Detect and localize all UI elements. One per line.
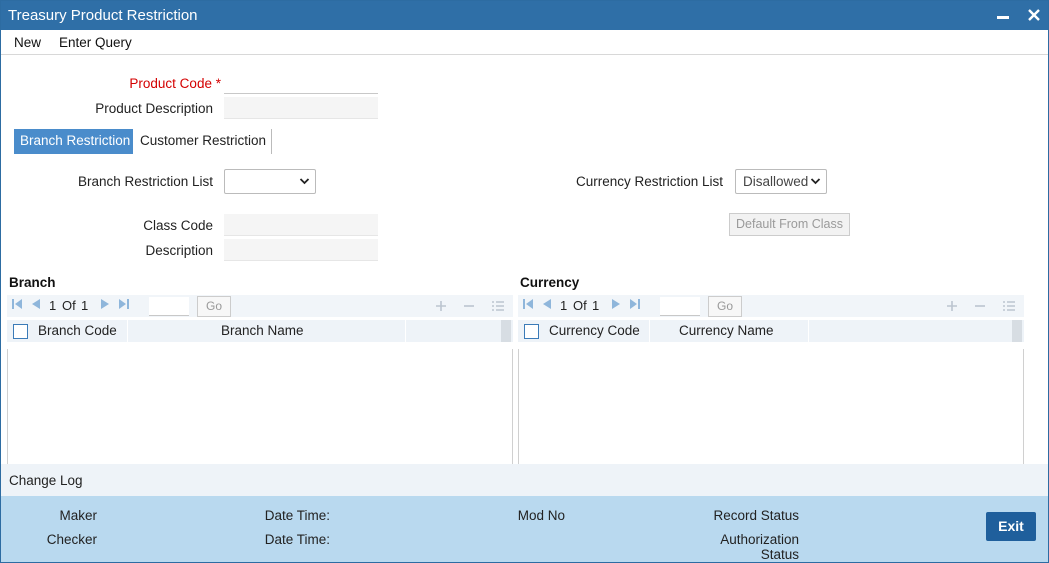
mod-no-label: Mod No: [517, 508, 565, 523]
maker-date-time-label: Date Time:: [264, 508, 330, 523]
column-divider: [649, 320, 650, 342]
first-page-icon[interactable]: [11, 298, 23, 313]
description-label: Description: [145, 243, 213, 258]
currency-page-total: 1: [592, 298, 600, 313]
minimize-icon[interactable]: [992, 4, 1014, 26]
menu-bar: New Enter Query: [1, 30, 1048, 55]
chevron-down-icon: [299, 173, 310, 192]
first-page-icon[interactable]: [522, 298, 534, 313]
class-code-label: Class Code: [143, 218, 213, 233]
product-code-input[interactable]: [224, 72, 378, 94]
product-code-label-text: Product Code: [129, 76, 212, 91]
currency-page-current: 1: [560, 298, 568, 313]
product-description-label: Product Description: [95, 101, 213, 116]
prev-page-icon[interactable]: [541, 298, 553, 313]
branch-name-column-header[interactable]: Branch Name: [221, 320, 304, 342]
plus-icon[interactable]: [946, 296, 958, 317]
branch-code-column-header[interactable]: Branch Code: [38, 320, 117, 342]
branch-pager: 1 Of 1 Go: [7, 295, 513, 317]
column-divider: [808, 320, 809, 342]
record-status-label: Record Status: [713, 508, 799, 523]
currency-grid-body: [518, 349, 1024, 464]
checker-label: Checker: [46, 532, 97, 547]
product-description-field: [224, 97, 378, 119]
required-marker: *: [215, 76, 221, 91]
list-view-icon[interactable]: [491, 296, 505, 317]
last-page-icon[interactable]: [629, 298, 641, 313]
currency-page-of: Of: [573, 298, 587, 313]
currency-pager: 1 Of 1 Go: [518, 295, 1024, 317]
product-code-label: Product Code *: [101, 76, 221, 91]
currency-name-column-header[interactable]: Currency Name: [679, 320, 774, 342]
authorization-status-label-line2: Status: [760, 547, 799, 562]
default-from-class-button[interactable]: Default From Class: [729, 213, 850, 236]
enter-query-menu-item[interactable]: Enter Query: [59, 35, 132, 50]
currency-page-input[interactable]: [660, 297, 700, 316]
branch-page-input[interactable]: [149, 297, 189, 316]
currency-restriction-list-value: Disallowed: [743, 174, 809, 189]
list-view-icon[interactable]: [1002, 296, 1016, 317]
new-menu-item[interactable]: New: [14, 35, 41, 50]
title-bar: Treasury Product Restriction: [1, 1, 1048, 30]
column-divider: [127, 320, 128, 342]
branch-grid-scrollbar[interactable]: [501, 320, 511, 342]
next-page-icon[interactable]: [610, 298, 622, 313]
currency-grid-scrollbar[interactable]: [1012, 320, 1022, 342]
branch-restriction-list-label: Branch Restriction List: [77, 174, 213, 189]
class-code-field: [224, 214, 378, 236]
currency-select-all-checkbox[interactable]: [524, 324, 539, 339]
tab-divider: [271, 129, 272, 154]
branch-select-all-checkbox[interactable]: [13, 324, 28, 339]
tab-branch-restriction[interactable]: Branch Restriction: [14, 129, 133, 154]
tab-customer-restriction[interactable]: Customer Restriction: [134, 129, 270, 154]
branch-grid-body: [7, 349, 513, 464]
currency-grid-header: Currency Code Currency Name: [518, 320, 1024, 342]
checker-date-time-label: Date Time:: [264, 532, 330, 547]
column-divider: [405, 320, 406, 342]
treasury-product-restriction-window: Treasury Product Restriction New Enter Q…: [0, 0, 1049, 563]
prev-page-icon[interactable]: [30, 298, 42, 313]
currency-code-column-header[interactable]: Currency Code: [549, 320, 640, 342]
change-log-bar: Change Log: [1, 464, 1048, 496]
change-log-title[interactable]: Change Log: [9, 473, 83, 488]
minus-icon[interactable]: [974, 296, 986, 317]
window-title: Treasury Product Restriction: [8, 7, 198, 24]
maker-label: Maker: [59, 508, 97, 523]
authorization-status-label: Authorization: [720, 532, 799, 547]
close-icon[interactable]: [1023, 4, 1045, 26]
minus-icon[interactable]: [463, 296, 475, 317]
next-page-icon[interactable]: [99, 298, 111, 313]
currency-restriction-list-select[interactable]: Disallowed: [735, 169, 827, 194]
currency-restriction-list-label: Currency Restriction List: [575, 174, 723, 189]
branch-page-total: 1: [81, 298, 89, 313]
exit-button[interactable]: Exit: [986, 512, 1036, 541]
branch-restriction-list-select[interactable]: [224, 169, 316, 194]
plus-icon[interactable]: [435, 296, 447, 317]
description-field: [224, 239, 378, 261]
currency-go-button[interactable]: Go: [708, 296, 742, 317]
currency-section-title: Currency: [520, 275, 580, 290]
audit-footer: Maker Checker Date Time: Date Time: Mod …: [1, 496, 1048, 562]
last-page-icon[interactable]: [118, 298, 130, 313]
branch-page-of: Of: [62, 298, 76, 313]
branch-go-button[interactable]: Go: [197, 296, 231, 317]
branch-grid-header: Branch Code Branch Name: [7, 320, 513, 342]
branch-section-title: Branch: [9, 275, 56, 290]
chevron-down-icon: [810, 173, 821, 192]
branch-page-current: 1: [49, 298, 57, 313]
